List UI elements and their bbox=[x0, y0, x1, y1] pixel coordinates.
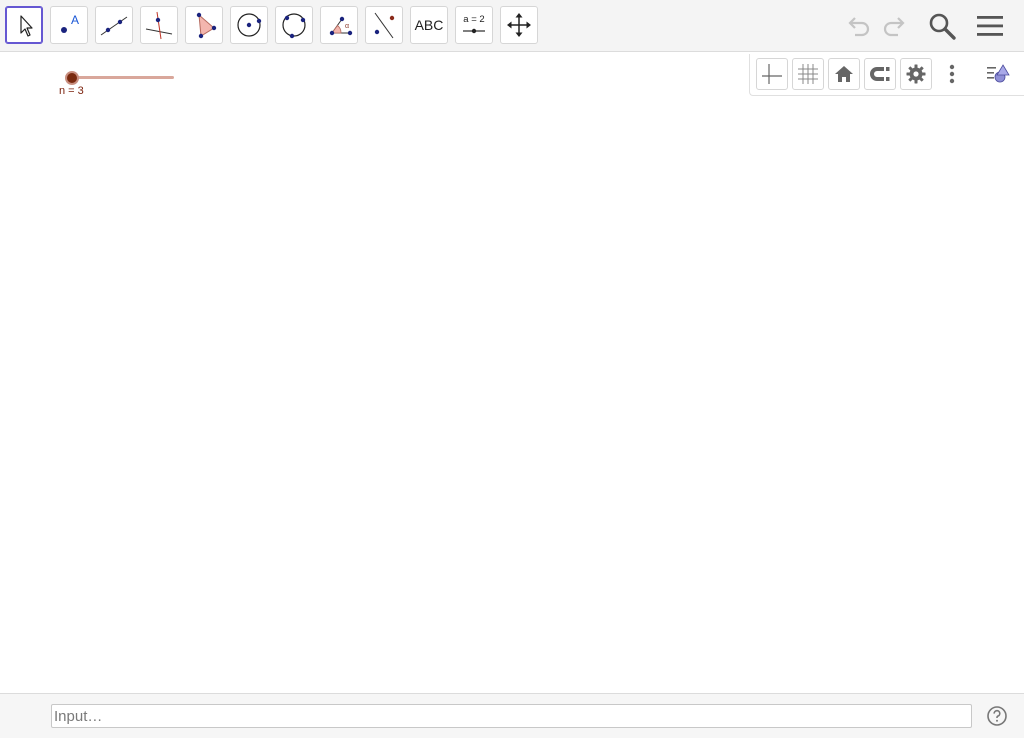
point-capturing-button[interactable] bbox=[864, 58, 896, 90]
toggle-axes-button[interactable] bbox=[756, 58, 788, 90]
slider-tool-button[interactable]: a = 2 bbox=[455, 6, 493, 44]
help-icon bbox=[987, 706, 1007, 726]
move-graphics-view-icon bbox=[507, 13, 531, 37]
slider-tool-label: a = 2 bbox=[463, 14, 484, 25]
circle-center-point-icon bbox=[237, 13, 262, 37]
main-menu-button[interactable] bbox=[974, 10, 1006, 42]
reflect-tool-button[interactable] bbox=[365, 6, 403, 44]
search-button[interactable] bbox=[926, 10, 958, 42]
polygon-icon bbox=[196, 12, 217, 39]
axes-icon bbox=[762, 64, 782, 84]
algebra-input-field[interactable] bbox=[51, 704, 972, 728]
angle-tool-button[interactable]: α bbox=[320, 6, 358, 44]
standard-view-button[interactable] bbox=[828, 58, 860, 90]
undo-icon bbox=[848, 17, 870, 37]
point-tool-button[interactable]: A bbox=[50, 6, 88, 44]
redo-button[interactable] bbox=[879, 10, 911, 42]
circle-three-points-tool-button[interactable] bbox=[275, 6, 313, 44]
slider-handle[interactable] bbox=[65, 71, 79, 85]
point-icon: A bbox=[61, 13, 79, 33]
undo-button[interactable] bbox=[842, 10, 874, 42]
slider-track[interactable] bbox=[72, 76, 174, 79]
toggle-grid-button[interactable] bbox=[792, 58, 824, 90]
polygon-tool-button[interactable] bbox=[185, 6, 223, 44]
perpendicular-line-icon bbox=[145, 11, 173, 40]
arrow-cursor-icon bbox=[20, 15, 33, 37]
style-bar-toggle-button[interactable] bbox=[982, 58, 1014, 90]
hamburger-menu-icon bbox=[977, 16, 1003, 36]
text-tool-button[interactable]: ABC bbox=[410, 6, 448, 44]
style-bar-toggle-icon bbox=[987, 64, 1010, 83]
reflect-about-line-icon bbox=[374, 12, 395, 39]
graphics-style-bar bbox=[749, 54, 1024, 96]
point-tool-label: A bbox=[71, 13, 79, 27]
circle-tool-button[interactable] bbox=[230, 6, 268, 44]
line-through-two-points-icon bbox=[100, 16, 128, 36]
perpendicular-tool-button[interactable] bbox=[140, 6, 178, 44]
home-icon bbox=[835, 66, 853, 82]
more-vertical-icon bbox=[949, 64, 955, 84]
input-help-button[interactable] bbox=[986, 705, 1008, 727]
toolbar: A α ABC a = 2 bbox=[0, 0, 1024, 52]
input-bar bbox=[0, 693, 1024, 738]
grid-icon bbox=[798, 64, 818, 84]
more-options-button[interactable] bbox=[936, 58, 968, 90]
slider-label: n = 3 bbox=[59, 85, 84, 97]
redo-icon bbox=[883, 17, 905, 37]
settings-icon bbox=[906, 64, 926, 84]
move-tool-button[interactable] bbox=[5, 6, 43, 44]
slider-icon: a = 2 bbox=[463, 14, 485, 34]
line-tool-button[interactable] bbox=[95, 6, 133, 44]
graphics-settings-button[interactable] bbox=[900, 58, 932, 90]
angle-tool-label: α bbox=[345, 23, 349, 30]
angle-icon: α bbox=[329, 16, 353, 36]
circle-through-three-points-icon bbox=[282, 13, 306, 39]
move-view-tool-button[interactable] bbox=[500, 6, 538, 44]
point-capturing-icon bbox=[870, 67, 890, 81]
search-icon bbox=[929, 13, 956, 40]
text-tool-label: ABC bbox=[414, 17, 444, 33]
